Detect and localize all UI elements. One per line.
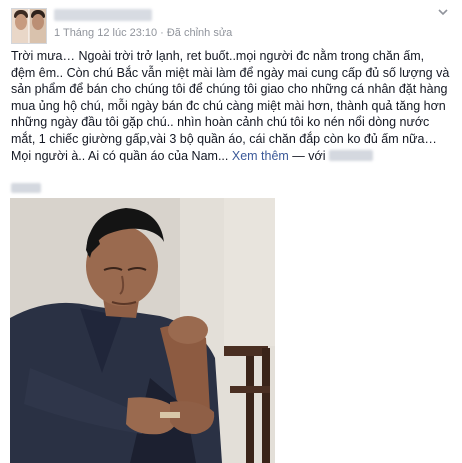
facebook-post: 1 Tháng 12 lúc 23:10 · Đã chỉnh sửa Trời m…	[0, 0, 462, 463]
meta-separator: ·	[160, 27, 164, 40]
photo-illustration	[10, 198, 275, 463]
chevron-down-icon[interactable]	[436, 6, 450, 20]
with-label: — với	[288, 148, 326, 163]
author-name-blurred[interactable]	[54, 9, 152, 21]
post-photo[interactable]	[10, 198, 275, 463]
see-more-link[interactable]: Xem thêm	[232, 149, 289, 163]
post-body: Trời mưa… Ngoài trời trở lạnh, ret buốt.…	[11, 48, 451, 164]
avatar-face-right	[32, 14, 44, 30]
avatar-face-left	[15, 14, 27, 30]
post-meta: 1 Tháng 12 lúc 23:10 · Đã chỉnh sửa	[54, 27, 232, 39]
edited-label[interactable]: Đã chỉnh sửa	[167, 27, 232, 39]
post-timestamp[interactable]: 1 Tháng 12 lúc 23:10	[54, 27, 157, 39]
post-body-text: Trời mưa… Ngoài trời trở lạnh, ret buốt.…	[11, 49, 450, 163]
author-avatar[interactable]	[11, 8, 47, 44]
tagged-name-blurred[interactable]	[328, 149, 373, 161]
tagged-name-blurred-continued[interactable]	[11, 183, 41, 193]
